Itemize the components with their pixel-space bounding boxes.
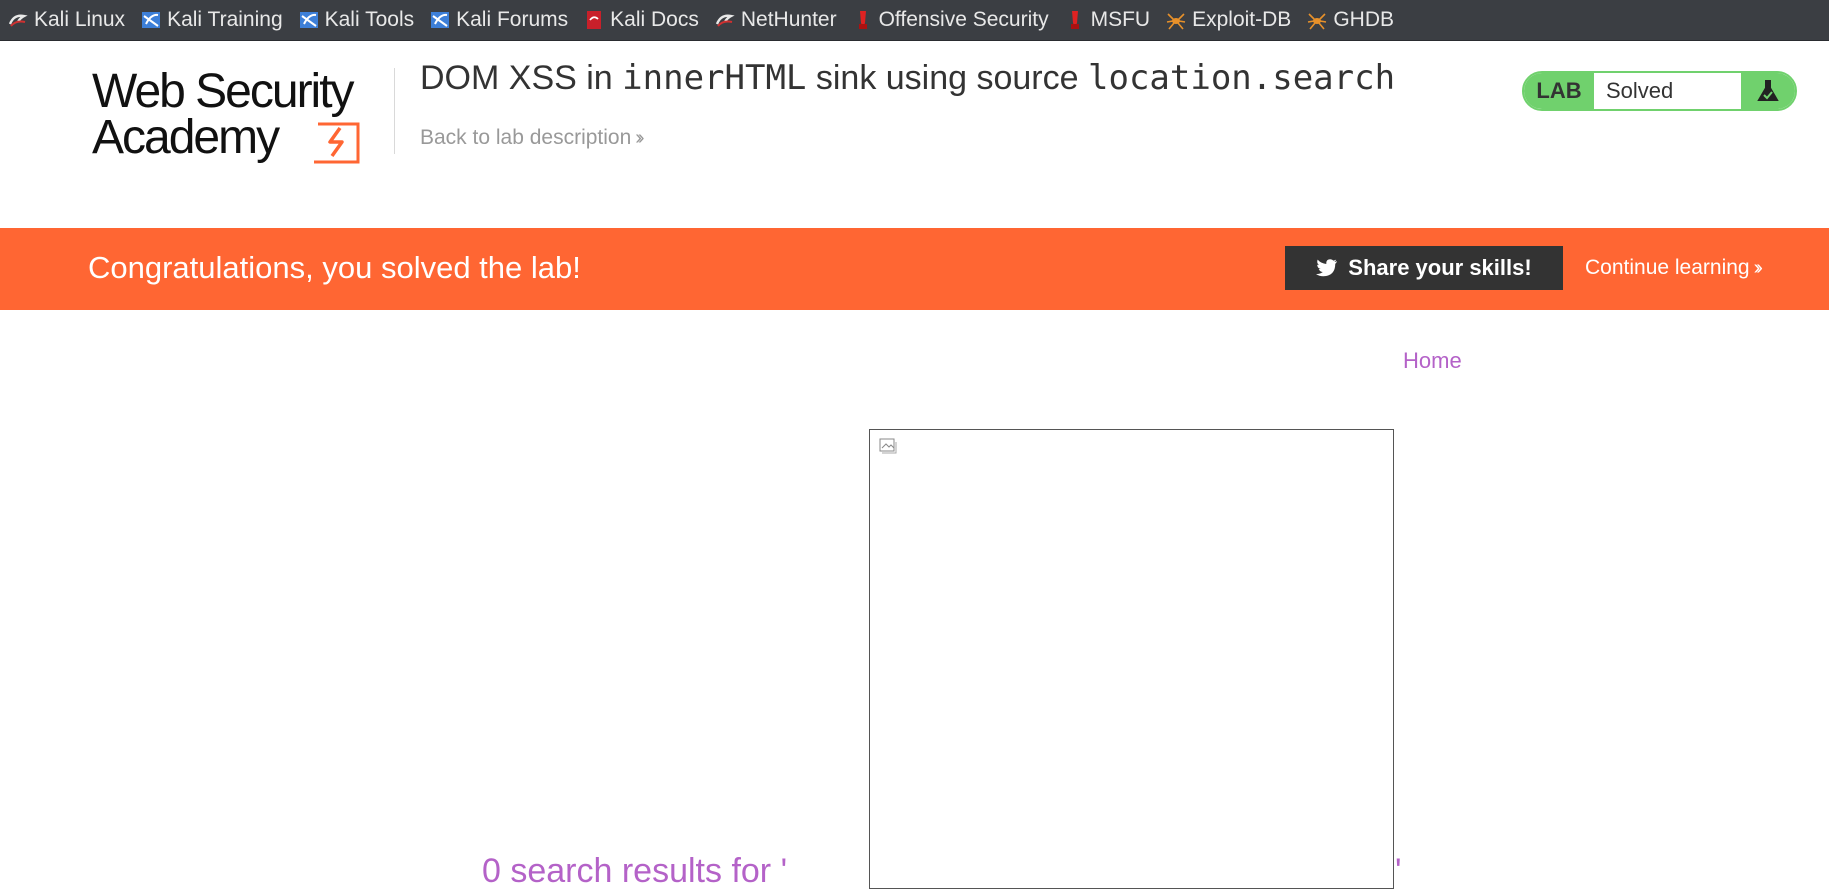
kali-training-icon bbox=[141, 10, 161, 30]
header-divider bbox=[394, 68, 395, 154]
congratulations-message: Congratulations, you solved the lab! bbox=[88, 250, 581, 285]
bookmark-exploit-db[interactable]: Exploit-DB bbox=[1166, 8, 1291, 32]
congratulations-banner: Congratulations, you solved the lab! Sha… bbox=[0, 228, 1829, 310]
offsec-icon bbox=[1065, 10, 1085, 30]
bookmark-offensive-security[interactable]: Offensive Security bbox=[853, 8, 1049, 32]
bookmark-label: MSFU bbox=[1090, 8, 1151, 31]
bookmark-label: Kali Forums bbox=[456, 8, 569, 31]
lab-status-tag: LAB bbox=[1524, 73, 1594, 109]
kali-docs-icon bbox=[584, 10, 604, 30]
bookmark-kali-tools[interactable]: Kali Tools bbox=[299, 8, 415, 32]
bookmark-label: GHDB bbox=[1333, 8, 1394, 31]
exploit-db-icon bbox=[1307, 10, 1327, 30]
lab-title-text: sink using source bbox=[806, 59, 1088, 97]
web-security-academy-logo[interactable]: Web Security Academy bbox=[92, 66, 392, 166]
lab-title-text: DOM XSS in bbox=[420, 59, 623, 97]
continue-learning-label: Continue learning bbox=[1585, 256, 1750, 279]
bookmark-label: Kali Linux bbox=[34, 8, 126, 31]
logo-line-2: Academy bbox=[92, 111, 280, 164]
search-results-closing-quote: ' bbox=[1395, 852, 1402, 890]
logo-bolt-icon bbox=[314, 122, 360, 164]
search-results-heading: 0 search results for ' bbox=[482, 852, 788, 890]
home-link[interactable]: Home bbox=[1403, 348, 1462, 374]
exploit-db-icon bbox=[1166, 10, 1186, 30]
lab-title-code-source: location.search bbox=[1088, 58, 1396, 98]
share-skills-button[interactable]: Share your skills! bbox=[1285, 246, 1563, 290]
bookmark-nethunter[interactable]: NetHunter bbox=[715, 8, 837, 32]
bookmark-label: Exploit-DB bbox=[1192, 8, 1292, 31]
bookmark-label: Kali Tools bbox=[324, 8, 415, 31]
lab-title: DOM XSS in innerHTML sink using source l… bbox=[420, 58, 1395, 98]
kali-dragon-icon bbox=[8, 10, 28, 30]
bookmark-label: NetHunter bbox=[740, 8, 837, 31]
continue-learning-link[interactable]: Continue learning ›› bbox=[1585, 256, 1764, 280]
lab-title-code-sink: innerHTML bbox=[622, 58, 807, 98]
bookmark-label: Kali Training bbox=[167, 8, 283, 31]
broken-image-icon bbox=[879, 438, 897, 454]
bookmark-kali-forums[interactable]: Kali Forums bbox=[430, 8, 568, 32]
bookmark-kali-docs[interactable]: Kali Docs bbox=[584, 8, 699, 32]
broken-image bbox=[869, 429, 1394, 889]
bookmark-kali-linux[interactable]: Kali Linux bbox=[8, 8, 125, 32]
kali-tools-icon bbox=[299, 10, 319, 30]
bookmarks-bar: Kali Linux Kali Training Kali Tools Kali… bbox=[0, 0, 1829, 41]
share-button-label: Share your skills! bbox=[1348, 255, 1532, 280]
back-to-lab-description-link[interactable]: Back to lab description ›› bbox=[420, 126, 645, 150]
logo-line-1: Web Security bbox=[92, 65, 355, 118]
bookmark-label: Offensive Security bbox=[878, 8, 1049, 31]
double-chevron-right-icon: ›› bbox=[1753, 257, 1764, 279]
twitter-icon bbox=[1316, 259, 1338, 277]
offsec-icon bbox=[853, 10, 873, 30]
bookmark-kali-training[interactable]: Kali Training bbox=[141, 8, 283, 32]
back-link-label: Back to lab description bbox=[420, 126, 632, 149]
bookmark-msfu[interactable]: MSFU bbox=[1065, 8, 1151, 32]
nethunter-icon bbox=[715, 10, 735, 30]
kali-forums-icon bbox=[430, 10, 450, 30]
bookmark-label: Kali Docs bbox=[610, 8, 699, 31]
lab-status-text: Solved bbox=[1606, 78, 1674, 103]
double-chevron-right-icon: ›› bbox=[635, 127, 645, 149]
bookmark-ghdb[interactable]: GHDB bbox=[1307, 8, 1394, 32]
lab-status-widget: LAB Solved bbox=[1522, 71, 1797, 111]
flask-check-icon bbox=[1741, 73, 1795, 109]
